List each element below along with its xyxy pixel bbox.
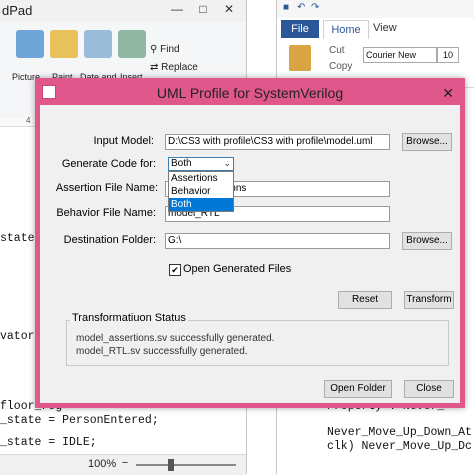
reset-button[interactable]: Reset (338, 291, 392, 309)
code-line: clk) Never_Move_Up_Dc (327, 440, 472, 453)
option-behavior[interactable]: Behavior (169, 185, 233, 198)
transform-button[interactable]: Transform (404, 291, 454, 309)
generate-code-dropdown: Assertions Behavior Both (168, 171, 234, 212)
paste-icon[interactable] (289, 45, 311, 71)
window-controls: — □ ✕ (164, 2, 242, 16)
save-icon[interactable]: ■ (283, 2, 289, 13)
generate-code-label: Generate Code for: (61, 158, 156, 170)
destination-folder-label: Destination Folder: (63, 234, 156, 246)
code-line: _state = IDLE; (0, 436, 97, 449)
zoom-level: 100% (88, 458, 117, 470)
font-size-select[interactable]: 10 (437, 47, 459, 63)
find-button[interactable]: ⚲ Find (150, 44, 180, 55)
generate-code-select[interactable]: Both ⌄ (168, 157, 234, 171)
paint-icon[interactable] (50, 30, 78, 58)
find-label: Find (160, 44, 180, 55)
open-generated-checkbox[interactable]: ✔ (169, 264, 181, 276)
status-line: model_RTL.sv successfully generated. (76, 346, 248, 357)
generate-code-selected: Both (171, 158, 192, 169)
close-button[interactable]: Close (404, 380, 454, 398)
status-bar: 100% − (0, 454, 246, 475)
picture-icon[interactable] (16, 30, 44, 58)
code-line: _state = PersonEntered; (0, 414, 159, 427)
option-both[interactable]: Both (169, 198, 233, 211)
zoom-slider-thumb[interactable] (168, 459, 174, 471)
wordpad-title: dPad (2, 3, 33, 18)
close-button[interactable]: ✕ (216, 2, 242, 16)
open-folder-button[interactable]: Open Folder (324, 380, 392, 398)
destination-folder-field[interactable]: G:\ (165, 233, 390, 249)
code-line: Never_Move_Up_Down_At (327, 426, 472, 439)
ruler-mark: 4 (26, 116, 31, 125)
replace-icon: ⇄ (150, 62, 162, 73)
font-name-select[interactable]: Courier New (363, 47, 437, 63)
uml-profile-dialog: UML Profile for SystemVerilog ✕ Input Mo… (35, 78, 465, 408)
tab-file[interactable]: File (281, 20, 319, 38)
insert-object-icon[interactable] (118, 30, 146, 58)
input-model-browse-button[interactable]: Browse... (402, 133, 452, 151)
dialog-close-icon[interactable]: ✕ (442, 85, 454, 102)
assertion-file-label: Assertion File Name: (55, 182, 158, 194)
binoculars-icon: ⚲ (150, 44, 161, 55)
code-line: vator (0, 330, 35, 343)
zoom-out-button[interactable]: − (118, 457, 132, 469)
tab-view[interactable]: View (373, 22, 397, 34)
chevron-down-icon[interactable]: ⌄ (223, 157, 231, 169)
option-assertions[interactable]: Assertions (169, 172, 233, 185)
zoom-slider[interactable] (136, 464, 236, 466)
cut-button[interactable]: Cut (329, 45, 345, 56)
redo-icon[interactable]: ↷ (311, 2, 319, 13)
replace-label: Replace (161, 62, 198, 73)
wordpad-titlebar: dPad — □ ✕ (0, 0, 246, 23)
tab-home[interactable]: Home (323, 20, 369, 39)
transformation-status-title: Transformatiuon Status (70, 312, 188, 324)
status-line: model_assertions.sv successfully generat… (76, 333, 275, 344)
input-model-field[interactable]: D:\CS3 with profile\CS3 with profile\mod… (165, 134, 390, 150)
behavior-file-label: Behavior File Name: (56, 207, 156, 219)
quick-access-toolbar: ■ ↶ ↷ (277, 0, 474, 18)
destination-browse-button[interactable]: Browse... (402, 232, 452, 250)
maximize-button[interactable]: □ (190, 2, 216, 16)
input-model-label: Input Model: (93, 135, 154, 147)
dialog-titlebar: UML Profile for SystemVerilog ✕ (40, 83, 460, 105)
calendar-icon[interactable] (84, 30, 112, 58)
dialog-title: UML Profile for SystemVerilog (156, 85, 344, 101)
replace-button[interactable]: ⇄ Replace (150, 62, 198, 73)
undo-icon[interactable]: ↶ (297, 2, 305, 13)
open-generated-label[interactable]: Open Generated Files (183, 263, 291, 275)
minimize-button[interactable]: — (164, 2, 190, 16)
copy-button[interactable]: Copy (329, 61, 352, 72)
